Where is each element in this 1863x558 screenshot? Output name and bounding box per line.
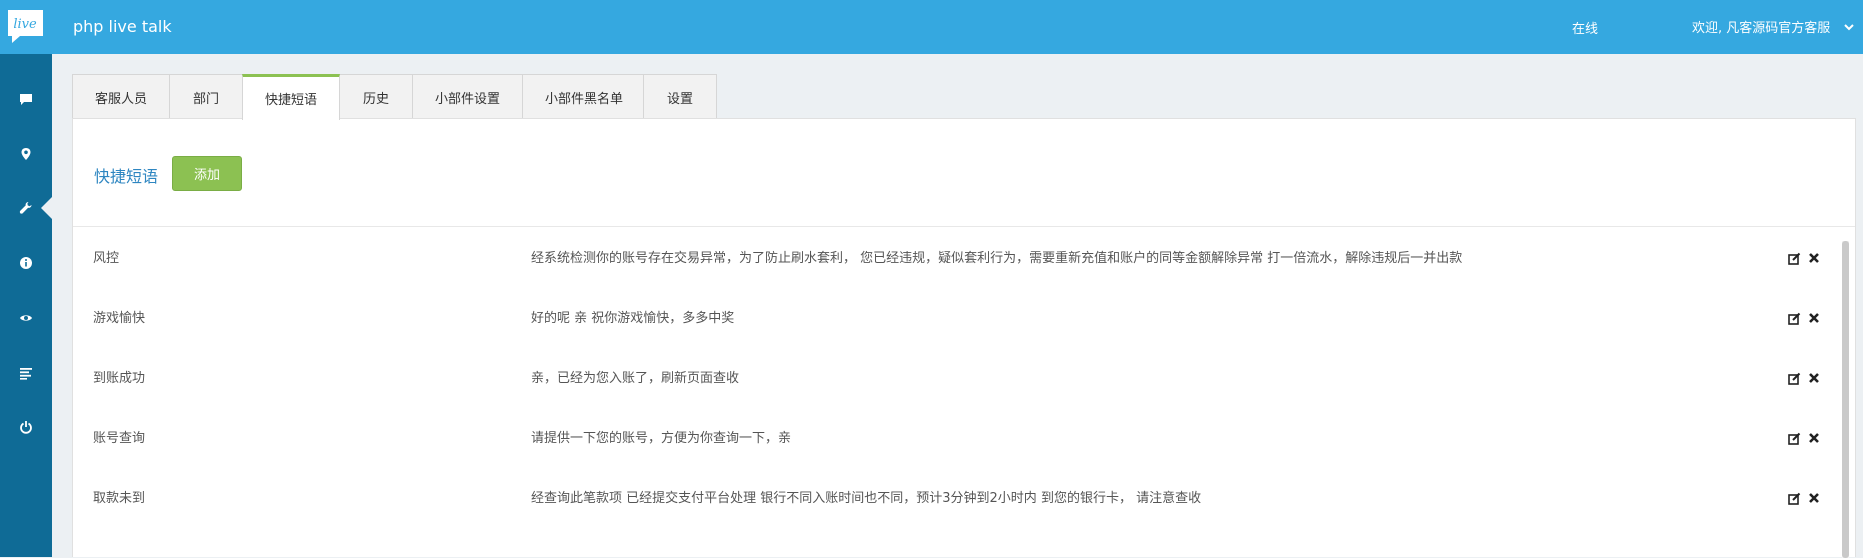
phrase-name: 游戏愉快 (93, 311, 146, 326)
edit-icon[interactable] (1788, 252, 1801, 265)
sidebar-item-reports[interactable] (0, 355, 52, 391)
phrase-name: 到账成功 (93, 371, 146, 386)
sidebar-item-chat[interactable] (0, 81, 52, 117)
phrase-name: 取款未到 (93, 491, 146, 506)
sidebar-item-logout[interactable] (0, 409, 52, 445)
sidebar-item-info[interactable] (0, 245, 52, 281)
list-icon (20, 368, 32, 380)
edit-icon[interactable] (1788, 432, 1801, 445)
sidebar (0, 54, 52, 557)
sidebar-item-visitors[interactable] (0, 300, 52, 336)
active-pointer (41, 197, 52, 219)
tab-widget-blacklist[interactable]: 小部件黑名单 (522, 74, 646, 119)
list-item: 到账成功 亲，已经为您入账了，刷新页面查收 (73, 349, 1843, 409)
list-item: 游戏愉快 好的呢 亲 祝你游戏愉快，多多中奖 (73, 289, 1843, 349)
logo-text: live (13, 17, 37, 32)
online-status[interactable]: 在线 (1572, 18, 1598, 37)
edit-icon[interactable] (1788, 312, 1801, 325)
sidebar-item-location[interactable] (0, 136, 52, 172)
edit-icon[interactable] (1788, 492, 1801, 505)
panel-header: 快捷短语 添加 (73, 119, 1855, 227)
phrase-text: 请提供一下您的账号，方便为你查询一下，亲 (531, 431, 792, 446)
delete-icon[interactable] (1808, 432, 1820, 444)
edit-icon[interactable] (1788, 372, 1801, 385)
list-item: 账号查询 请提供一下您的账号，方便为你查询一下，亲 (73, 409, 1843, 469)
tab-departments[interactable]: 部门 (169, 74, 243, 119)
tab-widget-settings[interactable]: 小部件设置 (412, 74, 523, 119)
phrase-text: 经查询此笔款项 已经提交支付平台处理 银行不同入账时间也不同，预计3分钟到2小时… (531, 491, 1202, 506)
top-bar: live php live talk 在线 欢迎, 凡客源码官方客服 (0, 0, 1863, 54)
phrase-name: 风控 (93, 251, 120, 266)
delete-icon[interactable] (1808, 312, 1820, 324)
delete-icon[interactable] (1808, 252, 1820, 264)
chat-bubble-icon (20, 94, 32, 105)
power-icon (20, 421, 32, 434)
phrase-text: 亲，已经为您入账了，刷新页面查收 (531, 371, 740, 386)
list-scrollbar[interactable] (1842, 241, 1849, 558)
app-title: php live talk (73, 17, 172, 36)
map-marker-icon (21, 148, 31, 160)
tab-agents[interactable]: 客服人员 (72, 74, 170, 119)
phrase-name: 账号查询 (93, 431, 146, 446)
phrase-text: 好的呢 亲 祝你游戏愉快，多多中奖 (531, 311, 735, 326)
add-button[interactable]: 添加 (172, 156, 242, 191)
info-icon (20, 257, 32, 269)
user-welcome-menu[interactable]: 欢迎, 凡客源码官方客服 (1692, 17, 1830, 36)
tab-settings[interactable]: 设置 (643, 74, 717, 119)
list-item: 取款未到 经查询此笔款项 已经提交支付平台处理 银行不同入账时间也不同，预计3分… (73, 469, 1843, 529)
delete-icon[interactable] (1808, 372, 1820, 384)
live-logo-icon[interactable]: live (6, 8, 45, 45)
tab-history[interactable]: 历史 (339, 74, 413, 119)
eye-icon (20, 315, 32, 321)
wrench-icon (19, 202, 32, 214)
panel-title: 快捷短语 (94, 167, 159, 186)
phrase-list: 风控 经系统检测你的账号存在交易异常，为了防止刷水套利， 您已经违规，疑似套利行… (73, 229, 1843, 558)
phrase-text: 经系统检测你的账号存在交易异常，为了防止刷水套利， 您已经违规，疑似套利行为，需… (531, 251, 1463, 266)
chevron-down-icon[interactable] (1843, 21, 1855, 33)
list-item: 风控 经系统检测你的账号存在交易异常，为了防止刷水套利， 您已经违规，疑似套利行… (73, 229, 1843, 289)
delete-icon[interactable] (1808, 492, 1820, 504)
scroll-thumb[interactable] (1842, 241, 1849, 558)
tab-quick-phrases[interactable]: 快捷短语 (242, 74, 340, 120)
quick-phrases-panel: 快捷短语 添加 风控 经系统检测你的账号存在交易异常，为了防止刷水套利， 您已经… (72, 118, 1856, 558)
